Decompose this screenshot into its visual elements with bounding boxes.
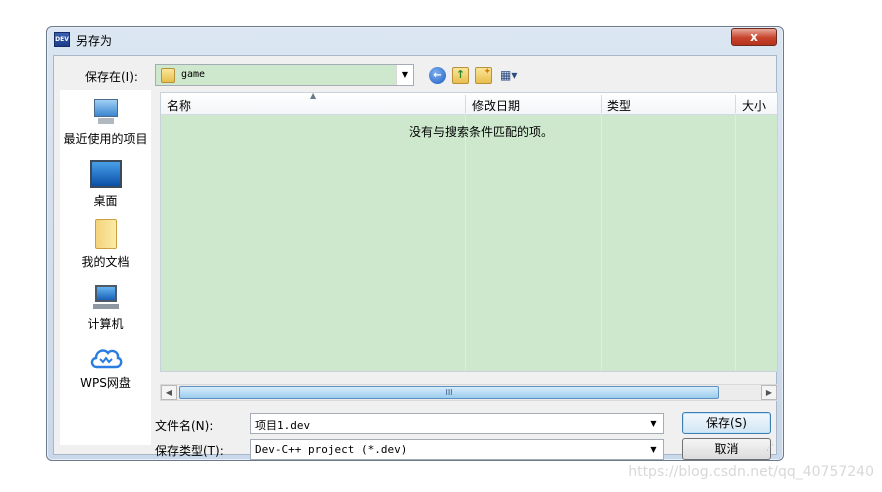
my-documents-icon — [94, 219, 117, 249]
filename-field[interactable]: 项目1.dev ▼ — [250, 413, 664, 434]
places-bar: 最近使用的项目 桌面 我的文档 计算机 WPS网盘 — [60, 90, 151, 445]
column-header-modified[interactable]: 修改日期 — [472, 97, 520, 114]
computer-icon — [91, 283, 121, 311]
filetype-value: Dev-C++ project (*.dev) — [255, 443, 408, 456]
resize-grip-icon[interactable]: ⋰ — [766, 443, 774, 452]
desktop-icon — [89, 160, 122, 188]
column-grid-line — [601, 115, 602, 371]
filetype-label: 保存类型(T): — [155, 444, 224, 458]
place-label: WPS网盘 — [80, 376, 131, 390]
scroll-left-icon[interactable]: ◀ — [161, 385, 177, 400]
recent-items-icon — [92, 96, 120, 126]
new-folder-icon[interactable]: ✦ — [475, 67, 492, 84]
place-computer[interactable]: 计算机 — [60, 283, 151, 332]
back-icon[interactable]: ← — [429, 67, 446, 84]
place-wps-cloud[interactable]: WPS网盘 — [60, 344, 151, 391]
views-menu-icon[interactable]: ▦▾ — [500, 67, 525, 84]
sort-ascending-icon: ▲ — [310, 92, 317, 100]
place-label: 最近使用的项目 — [63, 132, 148, 146]
column-divider[interactable] — [735, 95, 736, 113]
save-button[interactable]: 保存(S) — [682, 412, 771, 434]
scrollbar-thumb[interactable]: III — [179, 386, 719, 399]
dialog-content: 保存在(I): game ▼ ← ↑ ✦ ▦▾ 最近使用的项目 桌面 我的文档 — [53, 55, 778, 460]
column-grid-line — [465, 115, 466, 371]
close-button[interactable]: x — [731, 28, 777, 46]
title-bar[interactable]: DEV 另存为 x — [47, 27, 783, 51]
devcpp-app-icon: DEV — [54, 32, 70, 47]
save-in-label: 保存在(I): — [85, 70, 138, 84]
up-folder-icon[interactable]: ↑ — [452, 67, 469, 84]
column-divider[interactable] — [601, 95, 602, 113]
place-desktop[interactable]: 桌面 — [60, 160, 151, 209]
filetype-dropdown[interactable]: Dev-C++ project (*.dev) ▼ — [250, 439, 664, 460]
chevron-down-icon[interactable]: ▼ — [646, 414, 661, 433]
watermark: https://blog.csdn.net/qq_40757240 — [628, 464, 874, 480]
save-in-value: game — [181, 69, 206, 80]
column-header-name[interactable]: 名称 — [167, 97, 191, 114]
save-in-dropdown[interactable]: game ▼ — [155, 64, 414, 86]
column-grid-line — [735, 115, 736, 371]
column-divider[interactable] — [465, 95, 466, 113]
chevron-down-icon[interactable]: ▼ — [396, 65, 413, 85]
scroll-right-icon[interactable]: ▶ — [761, 385, 777, 400]
dialog-title: 另存为 — [76, 34, 113, 48]
place-recent-items[interactable]: 最近使用的项目 — [60, 96, 151, 147]
place-label: 桌面 — [93, 194, 118, 208]
empty-message: 没有与搜索条件匹配的项。 — [408, 125, 553, 139]
filename-label: 文件名(N): — [155, 419, 214, 433]
save-as-dialog: DEV 另存为 x 保存在(I): game ▼ ← ↑ ✦ ▦▾ 最近使用的项… — [46, 26, 784, 461]
place-my-documents[interactable]: 我的文档 — [60, 219, 151, 270]
horizontal-scrollbar[interactable]: ◀ III ▶ — [160, 384, 778, 401]
chevron-down-icon[interactable]: ▼ — [646, 440, 661, 459]
column-header-size[interactable]: 大小 — [742, 97, 766, 114]
column-header-type[interactable]: 类型 — [607, 97, 631, 114]
filename-value[interactable]: 项目1.dev — [255, 417, 310, 433]
file-list[interactable]: ▲ 名称 修改日期 类型 大小 没有与搜索条件匹配的项。 — [160, 92, 778, 372]
place-label: 计算机 — [87, 317, 124, 331]
folder-icon — [161, 68, 175, 83]
place-label: 我的文档 — [81, 255, 130, 269]
wps-cloud-icon — [90, 349, 122, 369]
file-list-header: ▲ 名称 修改日期 类型 大小 — [161, 93, 777, 115]
cancel-button[interactable]: 取消 — [682, 438, 771, 460]
